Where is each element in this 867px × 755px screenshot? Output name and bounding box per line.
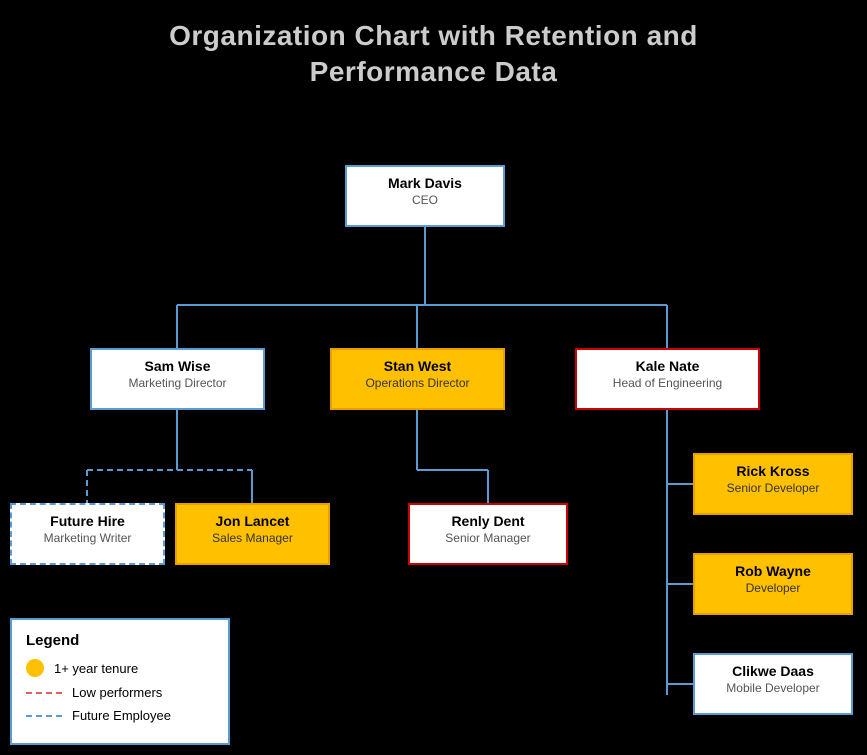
legend-dashed-blue-icon <box>26 715 62 717</box>
legend: Legend 1+ year tenure Low performers Fut… <box>10 618 230 745</box>
node-renlydent-role: Senior Manager <box>420 531 556 545</box>
node-rickkross-role: Senior Developer <box>705 481 841 495</box>
chart-title: Organization Chart with Retention and Pe… <box>0 0 867 91</box>
legend-title: Legend <box>26 632 208 649</box>
node-jonlancet-name: Jon Lancet <box>187 513 318 529</box>
node-futurehire-name: Future Hire <box>22 513 153 529</box>
node-stanwest-name: Stan West <box>342 358 493 374</box>
legend-circle-icon <box>26 659 44 677</box>
node-samwise[interactable]: Sam Wise Marketing Director <box>90 348 265 410</box>
node-futurehire-role: Marketing Writer <box>22 531 153 545</box>
legend-dashed-red-icon <box>26 692 62 694</box>
chart-container: Organization Chart with Retention and Pe… <box>0 0 867 755</box>
node-ceo[interactable]: Mark Davis CEO <box>345 165 505 227</box>
node-robwayne-name: Rob Wayne <box>705 563 841 579</box>
node-jonlancet-role: Sales Manager <box>187 531 318 545</box>
node-clikwedaas-role: Mobile Developer <box>705 681 841 695</box>
node-ceo-name: Mark Davis <box>357 175 493 191</box>
node-clikwedaas-name: Clikwe Daas <box>705 663 841 679</box>
node-renlydent-name: Renly Dent <box>420 513 556 529</box>
node-robwayne[interactable]: Rob Wayne Developer <box>693 553 853 615</box>
node-rickkross-name: Rick Kross <box>705 463 841 479</box>
legend-item-tenure: 1+ year tenure <box>26 659 208 677</box>
legend-future-label: Future Employee <box>72 708 171 723</box>
node-samwise-role: Marketing Director <box>102 376 253 390</box>
legend-item-future: Future Employee <box>26 708 208 723</box>
node-samwise-name: Sam Wise <box>102 358 253 374</box>
legend-item-lowperf: Low performers <box>26 685 208 700</box>
node-stanwest[interactable]: Stan West Operations Director <box>330 348 505 410</box>
node-robwayne-role: Developer <box>705 581 841 595</box>
node-rickkross[interactable]: Rick Kross Senior Developer <box>693 453 853 515</box>
node-renlydent[interactable]: Renly Dent Senior Manager <box>408 503 568 565</box>
node-kalenate-role: Head of Engineering <box>587 376 748 390</box>
node-kalenate-name: Kale Nate <box>587 358 748 374</box>
node-futurehire[interactable]: Future Hire Marketing Writer <box>10 503 165 565</box>
node-clikwedaas[interactable]: Clikwe Daas Mobile Developer <box>693 653 853 715</box>
node-jonlancet[interactable]: Jon Lancet Sales Manager <box>175 503 330 565</box>
legend-tenure-label: 1+ year tenure <box>54 661 138 676</box>
node-kalenate[interactable]: Kale Nate Head of Engineering <box>575 348 760 410</box>
legend-lowperf-label: Low performers <box>72 685 162 700</box>
node-ceo-role: CEO <box>357 193 493 207</box>
node-stanwest-role: Operations Director <box>342 376 493 390</box>
